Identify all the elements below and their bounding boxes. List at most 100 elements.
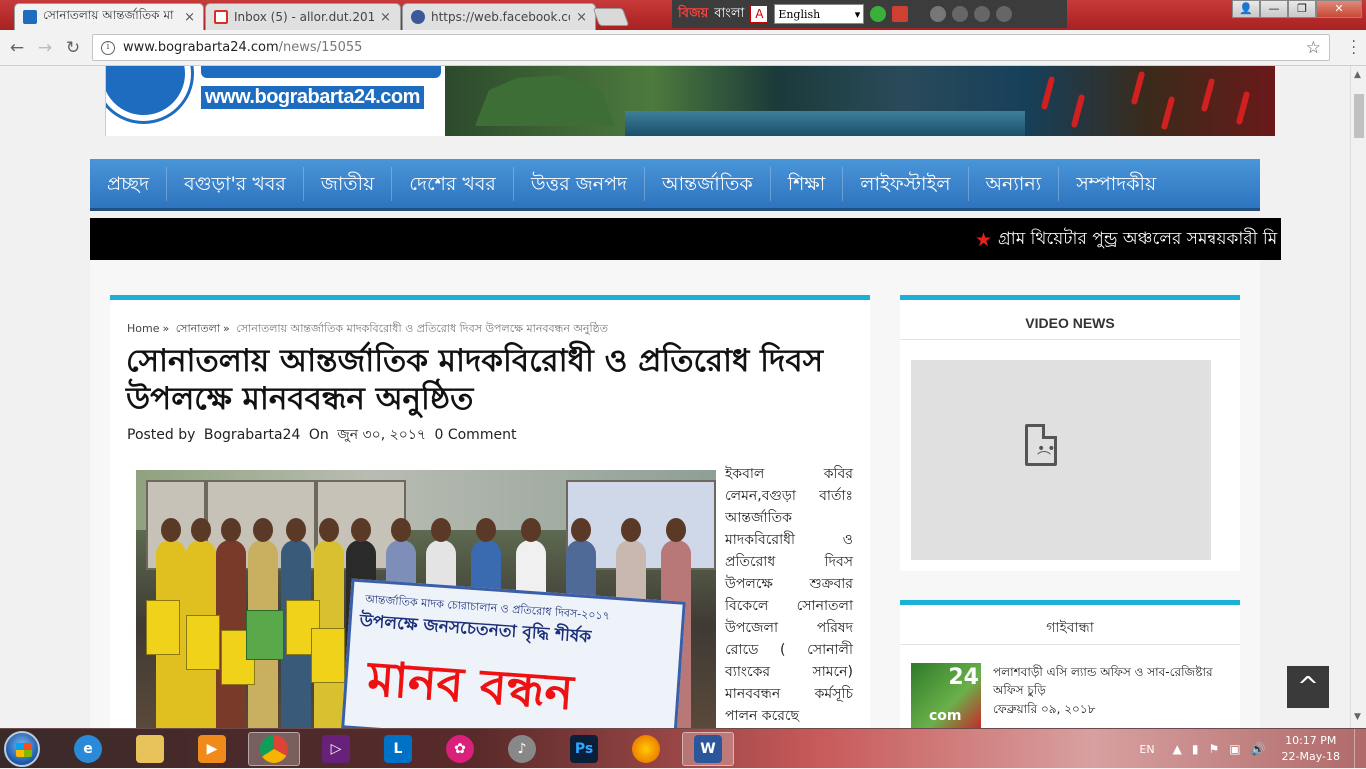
clock-date: 22-May-18	[1281, 750, 1340, 763]
article-body: ইকবাল কবির লেমন,বগুড়া বার্তাঃ আন্তর্জাত…	[725, 466, 853, 724]
language-indicator[interactable]: EN	[1139, 743, 1154, 756]
video-embed[interactable]: •• ⌒	[911, 360, 1211, 560]
user-icon[interactable]: 👤	[1232, 0, 1260, 18]
taskbar-explorer[interactable]	[124, 732, 176, 766]
taskbar-firefox[interactable]	[620, 732, 672, 766]
nav-bogura-news[interactable]: বগুড়া'র খবর	[167, 166, 304, 201]
protest-banner: আন্তর্জাতিক মাদক চোরাচালান ও প্রতিরোধ দি…	[341, 578, 686, 728]
ime-mode-icon[interactable]: A	[750, 5, 769, 23]
close-tab-icon[interactable]: ×	[380, 10, 391, 25]
ime-green-icon[interactable]	[870, 6, 887, 22]
tab-title: https://web.facebook.com	[431, 10, 570, 24]
browser-menu-icon[interactable]: · · ·	[1352, 35, 1356, 61]
news-thumbnail[interactable]: 24 com	[911, 663, 981, 728]
lync-icon: L	[384, 735, 412, 763]
tab-gmail[interactable]: Inbox (5) - allor.dut.2017@ ×	[205, 3, 401, 30]
back-button[interactable]: ←	[6, 37, 28, 59]
site-favicon-icon	[23, 10, 37, 24]
nav-editorial[interactable]: সম্পাদকীয়	[1059, 167, 1173, 201]
scrollbar-thumb[interactable]	[1354, 94, 1364, 138]
site-logo[interactable]: www.bograbarta24.com	[105, 66, 445, 136]
header-photo	[445, 66, 1275, 136]
start-button[interactable]	[4, 731, 40, 767]
nav-north-region[interactable]: উত্তর জনপদ	[514, 166, 645, 201]
article-photo: আন্তর্জাতিক মাদক চোরাচালান ও প্রতিরোধ দি…	[136, 470, 716, 728]
logo-b-icon	[106, 66, 191, 121]
nav-lifestyle[interactable]: লাইফস্টাইল	[843, 166, 969, 201]
bijoy-ime-toolbar: বিজয় বাংলা A English ▾	[672, 0, 1067, 28]
close-window-button[interactable]: ✕	[1316, 0, 1362, 18]
minimize-button[interactable]: —	[1260, 0, 1288, 18]
nav-national[interactable]: জাতীয়	[304, 166, 393, 201]
info-icon[interactable]: i	[101, 40, 115, 55]
url-bar[interactable]: i www.bograbarta24.com/news/15055 ☆	[92, 34, 1330, 61]
nav-international[interactable]: আন্তর্জাতিক	[645, 166, 771, 201]
restore-button[interactable]: ❐	[1288, 0, 1316, 18]
chevron-up-icon: ^	[1297, 672, 1319, 702]
tray-expand-icon[interactable]: ▲	[1173, 742, 1182, 756]
loading-icon	[411, 10, 425, 24]
nav-home[interactable]: প্রচ্ছদ	[90, 166, 168, 201]
video-news-widget: VIDEO NEWS •• ⌒	[900, 295, 1240, 571]
taskbar-media-player[interactable]: ▶	[186, 732, 238, 766]
volume-icon[interactable]: 🔊	[1251, 742, 1266, 756]
ime-ie-icon[interactable]	[952, 6, 969, 22]
taskbar-chrome[interactable]	[248, 732, 300, 766]
star-icon: ★	[975, 229, 993, 251]
taskbar-photoshop[interactable]: Ps	[558, 732, 610, 766]
list-item[interactable]: 24 com পলাশবাড়ী এসি ল্যান্ড অফিস ও সাব-…	[911, 663, 1231, 728]
nav-others[interactable]: অন্যান্য	[969, 166, 1060, 201]
taskbar-ie[interactable]: e	[62, 732, 114, 766]
post-date: জুন ৩০, ২০১৭	[337, 427, 427, 443]
flower-icon: ✿	[446, 735, 474, 763]
nav-education[interactable]: শিক্ষা	[771, 166, 844, 201]
clock[interactable]: 10:17 PM 22-May-18	[1282, 733, 1340, 765]
browser-tab-strip: সোনাতলায় আন্তর্জাতিক মা × Inbox (5) - a…	[0, 0, 1366, 30]
author-link[interactable]: Bograbarta24	[204, 427, 301, 443]
flag-icon[interactable]: ⚑	[1208, 742, 1219, 756]
windows-logo-icon	[16, 743, 32, 757]
comment-count[interactable]: 0 Comment	[434, 427, 516, 443]
nav-country-news[interactable]: দেশের খবর	[392, 166, 514, 201]
bookmark-star-icon[interactable]: ☆	[1306, 38, 1321, 58]
url-host: www.bograbarta24.com	[123, 40, 279, 55]
photoshop-icon: Ps	[570, 735, 598, 763]
taskbar-paint-flower[interactable]: ✿	[434, 732, 486, 766]
ticker-item[interactable]: ★ গ্রাম থিয়েটার পুন্ড্র অঞ্চলের সমন্বয়…	[975, 226, 1277, 254]
taskbar-lync[interactable]: L	[372, 732, 424, 766]
address-toolbar: ← → ↻ i www.bograbarta24.com/news/15055 …	[0, 30, 1366, 66]
tab-active[interactable]: সোনাতলায় আন্তর্জাতিক মা ×	[14, 3, 204, 30]
new-tab-button[interactable]	[592, 8, 630, 26]
ime-brand: বাংলা	[714, 5, 745, 21]
network-icon[interactable]: ▣	[1229, 742, 1240, 756]
close-tab-icon[interactable]: ×	[184, 10, 195, 25]
breadcrumb-category[interactable]: সোনাতলা	[176, 322, 220, 335]
show-desktop-button[interactable]	[1354, 729, 1366, 769]
ime-info-icon[interactable]	[996, 6, 1013, 22]
back-to-top-button[interactable]: ^	[1287, 666, 1329, 708]
gmail-icon	[214, 10, 228, 24]
battery-icon[interactable]: ▮	[1192, 742, 1199, 756]
reload-button[interactable]: ↻	[62, 37, 84, 59]
taskbar-itunes[interactable]: ♪	[496, 732, 548, 766]
close-tab-icon[interactable]: ×	[576, 10, 587, 25]
gaibandha-widget: গাইবান্ধা 24 com পলাশবাড়ী এসি ল্যান্ড অ…	[900, 600, 1240, 728]
ime-settings-icon[interactable]	[930, 6, 947, 22]
page-scrollbar[interactable]: ▲ ▼	[1350, 66, 1366, 728]
logo-url: www.bograbarta24.com	[201, 86, 424, 109]
news-headline[interactable]: পলাশবাড়ী এসি ল্যান্ড অফিস ও সাব-রেজিষ্ট…	[993, 663, 1213, 699]
music-icon: ♪	[508, 735, 536, 763]
system-tray: EN ▲ ▮ ⚑ ▣ 🔊 10:17 PM 22-May-18	[1139, 729, 1366, 769]
scroll-up-icon[interactable]: ▲	[1354, 70, 1361, 80]
taskbar-visual-studio[interactable]: ▷	[310, 732, 362, 766]
breadcrumb-home[interactable]: Home	[127, 322, 159, 335]
scroll-down-icon[interactable]: ▼	[1354, 712, 1361, 722]
ime-language-select[interactable]: English ▾	[774, 4, 865, 24]
tab-title: সোনাতলায় আন্তর্জাতিক মা	[43, 8, 174, 22]
ime-tools-icon[interactable]	[892, 6, 909, 22]
news-ticker: ★ গ্রাম থিয়েটার পুন্ড্র অঞ্চলের সমন্বয়…	[90, 218, 1281, 260]
tab-facebook[interactable]: https://web.facebook.com ×	[402, 3, 596, 30]
forward-button[interactable]: →	[34, 37, 56, 59]
ime-help-icon[interactable]	[974, 6, 991, 22]
taskbar-word[interactable]: W	[682, 732, 734, 766]
